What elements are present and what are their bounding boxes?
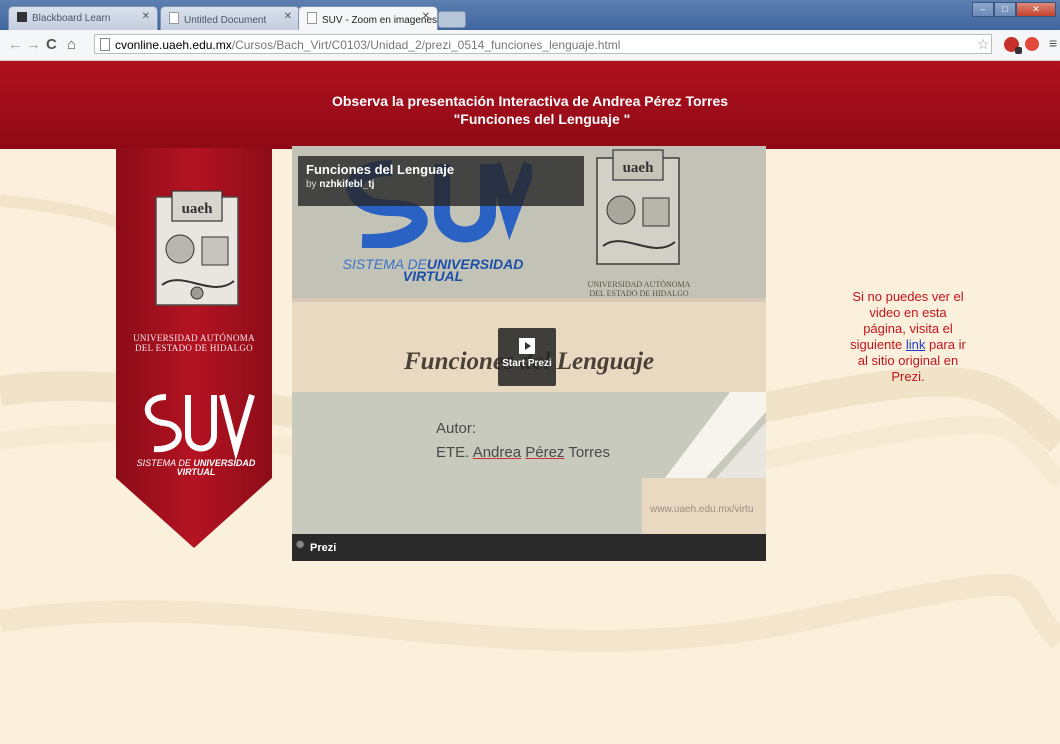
forward-icon[interactable]: →: [26, 36, 41, 53]
prezi-embed[interactable]: SISTEMA DEUNIVERSIDAD VIRTUAL uaeh UNIVE…: [292, 146, 766, 561]
tab-untitled-document[interactable]: Untitled Document ✕: [160, 6, 300, 30]
original-site-link[interactable]: link: [906, 337, 926, 352]
author-last-name: Torres: [568, 444, 611, 461]
tab-close-icon[interactable]: ✕: [422, 11, 430, 22]
document-favicon-icon: [169, 12, 179, 24]
prezi-footer-label[interactable]: Prezi: [310, 542, 336, 554]
prezi-university-name-line2: DEL ESTADO DE HIDALGO: [589, 289, 689, 298]
prezi-university-name: UNIVERSIDAD AUTÓNOMA DEL ESTADO DE HIDAL…: [564, 280, 714, 298]
start-prezi-label: Start Prezi: [502, 358, 552, 369]
reload-icon[interactable]: C: [46, 36, 57, 53]
tab-blackboard-learn[interactable]: Blackboard Learn ✕: [8, 6, 158, 30]
author-label: Autor:: [436, 420, 477, 437]
play-icon: [519, 338, 535, 354]
author-name: ETE. Andrea Pérez Torres: [436, 444, 610, 461]
tab-label: SUV - Zoom en imagenes: [322, 15, 438, 26]
prezi-swirl-icon: ✺: [296, 540, 305, 551]
slide-watermark-url: www.uaeh.edu.mx/virtu: [642, 478, 766, 534]
university-name-line1: UNIVERSIDAD AUTÓNOMA: [133, 333, 255, 343]
browser-toolbar: ← → C ⌂ cvonline.uaeh.edu.mx/Cursos/Bach…: [0, 30, 1060, 61]
uaeh-crest-icon: uaeh: [596, 149, 680, 265]
extension-icon[interactable]: [1025, 37, 1039, 51]
svg-text:uaeh: uaeh: [623, 160, 655, 176]
prezi-title-overlay: Funciones del Lenguaje by nzhkifebl_tj: [298, 156, 584, 206]
university-name: UNIVERSIDAD AUTÓNOMA DEL ESTADO DE HIDAL…: [124, 333, 264, 353]
tab-close-icon[interactable]: ✕: [284, 11, 292, 22]
author-first-name: Andrea: [472, 444, 522, 461]
new-tab-button[interactable]: [438, 11, 466, 28]
prezi-author: by nzhkifebl_tj: [306, 178, 576, 192]
browser-tab-strip: Blackboard Learn ✕ Untitled Document ✕ S…: [0, 0, 1060, 31]
prezi-footer-bar: ✺ Prezi: [292, 534, 766, 561]
prezi-suv-caption-c: VIRTUAL: [402, 268, 464, 284]
prezi-author-handle[interactable]: nzhkifebl_tj: [319, 179, 374, 190]
prezi-suv-caption: SISTEMA DEUNIVERSIDAD VIRTUAL: [328, 257, 538, 284]
prezi-title: Funciones del Lenguaje: [306, 162, 455, 177]
start-prezi-button[interactable]: Start Prezi: [498, 328, 556, 386]
suv-logo-icon: [144, 394, 255, 461]
suv-caption: SISTEMA DE UNIVERSIDAD VIRTUAL: [128, 459, 264, 477]
tab-suv-zoom[interactable]: SUV - Zoom en imagenes ✕: [298, 6, 438, 31]
minimize-button[interactable]: –: [972, 2, 994, 17]
url-path: /Cursos/Bach_Virt/C0103/Unidad_2/prezi_0…: [231, 38, 621, 52]
uaeh-crest-icon: uaeh: [155, 190, 239, 306]
author-prefix: ETE.: [436, 444, 470, 461]
fallback-note: Si no puedes ver el video en esta página…: [848, 289, 968, 385]
close-window-button[interactable]: ✕: [1016, 2, 1056, 17]
suv-caption-c: VIRTUAL: [176, 467, 216, 477]
blackboard-favicon-icon: [17, 12, 27, 22]
tab-close-icon[interactable]: ✕: [142, 11, 150, 22]
web-page: Observa la presentación Interactiva de A…: [0, 61, 1060, 744]
university-name-line2: DEL ESTADO DE HIDALGO: [135, 343, 253, 353]
page-title-line2: "Funciones del Lenguaje ": [453, 111, 631, 127]
star-icon[interactable]: ☆: [977, 36, 990, 53]
document-favicon-icon: [307, 12, 317, 24]
author-middle-name: Pérez: [525, 444, 565, 461]
svg-text:uaeh: uaeh: [182, 201, 214, 217]
extension-icon[interactable]: [1004, 37, 1022, 54]
maximize-button[interactable]: □: [994, 2, 1016, 17]
tab-label: Untitled Document: [184, 15, 267, 26]
url-domain: cvonline.uaeh.edu.mx: [115, 38, 232, 52]
tab-label: Blackboard Learn: [32, 13, 111, 24]
page-title: Observa la presentación Interactiva de A…: [0, 92, 1060, 128]
prezi-author-prefix: by: [306, 179, 317, 190]
home-icon[interactable]: ⌂: [67, 36, 76, 53]
menu-icon[interactable]: ≡: [1049, 35, 1057, 51]
window-controls: – □ ✕: [972, 2, 1056, 18]
page-title-line1: Observa la presentación Interactiva de A…: [331, 93, 729, 109]
back-icon[interactable]: ←: [8, 36, 23, 53]
prezi-university-name-line1: UNIVERSIDAD AUTÓNOMA: [587, 280, 691, 289]
page-icon: [100, 38, 110, 51]
address-bar[interactable]: cvonline.uaeh.edu.mx/Cursos/Bach_Virt/C0…: [94, 34, 992, 54]
